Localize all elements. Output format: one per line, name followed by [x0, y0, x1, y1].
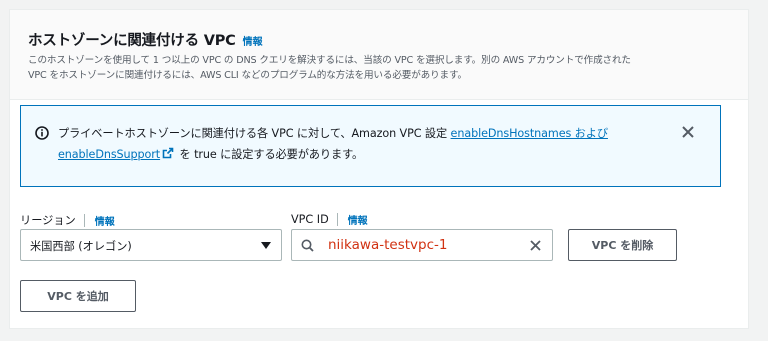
alert-text-after: を true に設定する必要があります。 [176, 148, 364, 161]
label-divider [83, 213, 85, 227]
alert-text-before: プライベートホストゾーンに関連付ける各 VPC に対して、Amazon VPC … [58, 127, 451, 140]
region-label-row: リージョン 情報 [20, 212, 115, 228]
title-row: ホストゾーンに関連付ける VPC 情報 [28, 29, 263, 50]
panel-description: このホストゾーンを使用して 1 つ以上の VPC の DNS クエリを解決するに… [28, 53, 740, 83]
info-icon [35, 126, 49, 140]
panel-title: ホストゾーンに関連付ける VPC [28, 33, 236, 49]
search-icon [301, 239, 314, 252]
alert-message: プライベートホストゾーンに関連付ける各 VPC に対して、Amazon VPC … [58, 123, 678, 165]
add-vpc-button[interactable]: VPC を追加 [20, 280, 136, 312]
info-alert: プライベートホストゾーンに関連付ける各 VPC に対して、Amazon VPC … [20, 105, 721, 187]
description-line-2: VPC をホストゾーンに関連付けるには、AWS CLI などのプログラム的な方法… [28, 70, 467, 81]
remove-vpc-button[interactable]: VPC を削除 [568, 229, 677, 261]
region-select[interactable]: 米国西部 (オレゴン) [20, 229, 282, 261]
panel-header: ホストゾーンに関連付ける VPC 情報 このホストゾーンを使用して 1 つ以上の… [10, 10, 748, 100]
vpc-search-input[interactable]: niikawa-testvpc-1 [291, 229, 553, 261]
region-info-link[interactable]: 情報 [95, 213, 115, 228]
description-line-1: このホストゾーンを使用して 1 つ以上の VPC の DNS クエリを解決するに… [28, 55, 631, 66]
clear-icon[interactable] [529, 239, 542, 252]
caret-down-icon [261, 242, 271, 249]
close-icon[interactable] [680, 124, 696, 140]
vpc-id-label: VPC ID [291, 213, 329, 226]
label-divider [336, 213, 338, 226]
vpc-info-link[interactable]: 情報 [348, 212, 368, 227]
region-label: リージョン [20, 214, 76, 227]
external-link-icon[interactable] [162, 147, 174, 159]
vpc-id-value: niikawa-testvpc-1 [328, 237, 448, 253]
header-info-link[interactable]: 情報 [243, 33, 263, 48]
vpc-label-row: VPC ID 情報 [291, 212, 368, 227]
region-selected-value: 米国西部 (オレゴン) [30, 240, 132, 253]
